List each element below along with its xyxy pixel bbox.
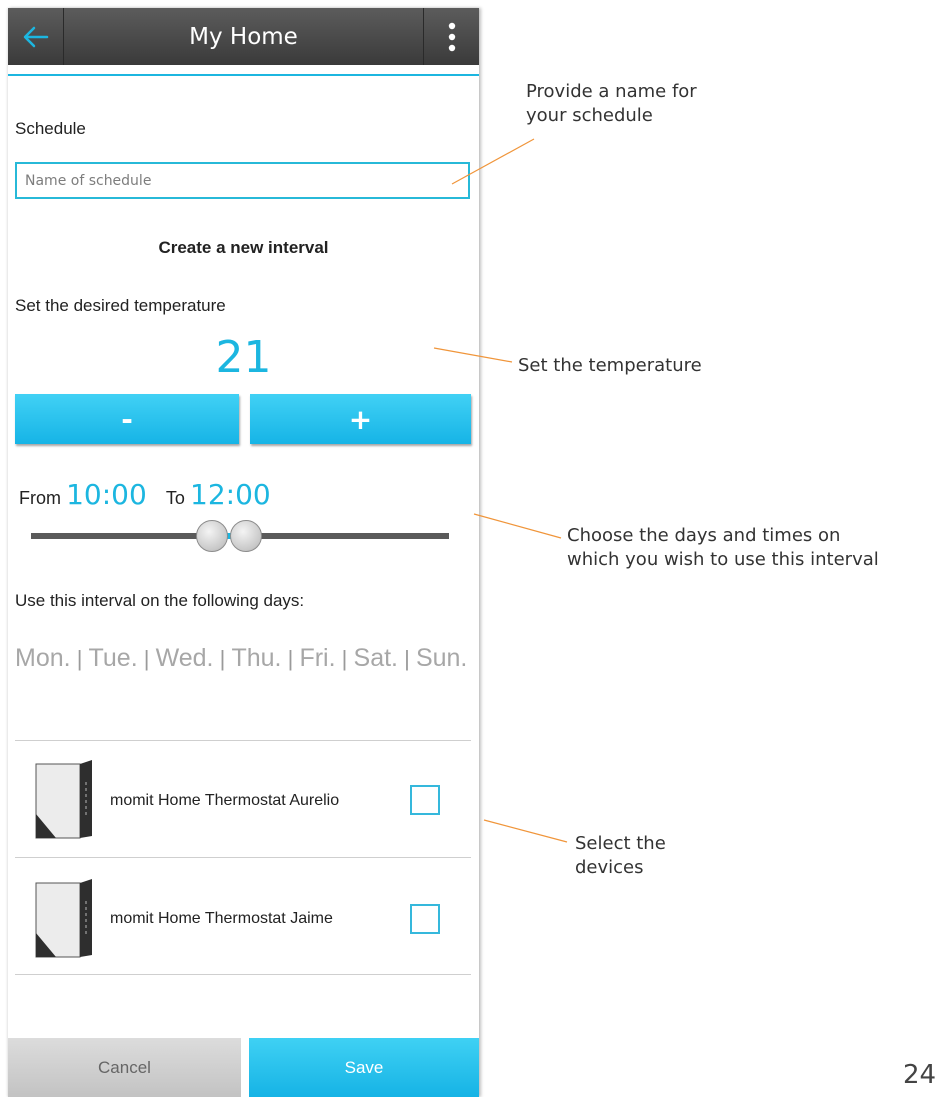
thermostat-device-icon bbox=[35, 760, 92, 839]
annotation-temperature: Set the temperature bbox=[518, 355, 702, 376]
day-separator: | bbox=[398, 646, 416, 671]
day-selector: Mon. | Tue. | Wed. | Thu. | Fri. | Sat. … bbox=[15, 644, 467, 673]
time-range: From 10:00 To 12:00 bbox=[19, 478, 271, 518]
cancel-button[interactable]: Cancel bbox=[8, 1038, 241, 1097]
day-monday[interactable]: Mon. bbox=[15, 644, 71, 672]
to-time: 12:00 bbox=[190, 478, 271, 511]
day-separator: | bbox=[281, 646, 300, 671]
schedule-name-input[interactable] bbox=[15, 162, 470, 199]
annotation-name: Provide a name for your schedule bbox=[526, 81, 697, 126]
day-sunday[interactable]: Sun. bbox=[416, 644, 467, 672]
day-wednesday[interactable]: Wed. bbox=[156, 644, 214, 672]
interval-heading: Create a new interval bbox=[158, 238, 329, 257]
more-vertical-icon bbox=[448, 22, 455, 51]
day-separator: | bbox=[137, 646, 156, 671]
device-name: momit Home Thermostat Jaime bbox=[110, 910, 333, 927]
day-separator: | bbox=[70, 646, 89, 671]
start-time-handle[interactable] bbox=[196, 520, 228, 552]
day-saturday[interactable]: Sat. bbox=[354, 644, 398, 672]
days-leader-line bbox=[473, 513, 562, 539]
day-thursday[interactable]: Thu. bbox=[231, 644, 281, 672]
save-button[interactable]: Save bbox=[249, 1038, 479, 1097]
increase-temperature-button[interactable]: + bbox=[250, 394, 471, 444]
thermostat-device-icon bbox=[35, 879, 92, 958]
from-time: 10:00 bbox=[66, 478, 147, 511]
back-button[interactable] bbox=[8, 8, 64, 65]
back-arrow-icon bbox=[23, 26, 48, 47]
device-name: momit Home Thermostat Aurelio bbox=[110, 792, 340, 809]
divider bbox=[15, 740, 471, 741]
device-checkbox[interactable] bbox=[410, 904, 440, 934]
day-tuesday[interactable]: Tue. bbox=[89, 644, 138, 672]
app-header: My Home bbox=[8, 8, 479, 65]
from-label: From bbox=[19, 488, 61, 508]
page-title: My Home bbox=[189, 23, 298, 50]
to-label: To bbox=[165, 488, 185, 508]
temperature-label: Set the desired temperature bbox=[15, 296, 226, 315]
day-separator: | bbox=[335, 646, 354, 671]
schedule-label: Schedule bbox=[15, 119, 86, 138]
more-options-button[interactable] bbox=[423, 8, 479, 65]
days-label: Use this interval on the following days: bbox=[15, 591, 305, 610]
decrease-temperature-button[interactable]: - bbox=[15, 394, 239, 444]
page-number: 24 bbox=[903, 1060, 937, 1090]
temperature-value: 21 bbox=[215, 332, 272, 383]
device-checkbox[interactable] bbox=[410, 785, 440, 815]
day-friday[interactable]: Fri. bbox=[299, 644, 335, 672]
header-divider bbox=[8, 74, 479, 76]
day-separator: | bbox=[213, 646, 232, 671]
phone-screen: My Home Schedule Create a new interval S… bbox=[8, 8, 479, 1097]
annotation-devices: Select the devices bbox=[575, 833, 666, 878]
divider bbox=[15, 974, 471, 975]
end-time-handle[interactable] bbox=[230, 520, 262, 552]
divider bbox=[15, 857, 471, 858]
devices-leader-line bbox=[483, 819, 568, 843]
annotation-days: Choose the days and times on which you w… bbox=[567, 525, 879, 570]
